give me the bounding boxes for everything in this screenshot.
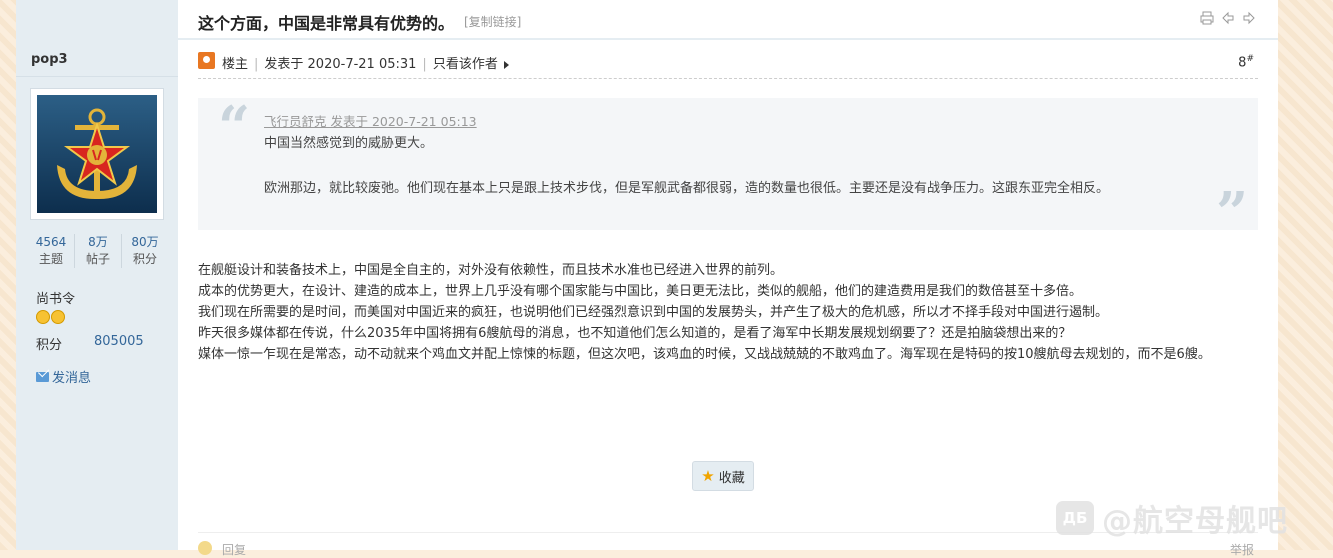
- star-icon: ★: [701, 466, 715, 485]
- post-paragraph: 昨天很多媒体都在传说，什么2035年中国将拥有6艘航母的消息，也不知道他们怎么知…: [198, 326, 1072, 341]
- stat-points[interactable]: 80万 积分: [121, 234, 168, 268]
- post-paragraph: 成本的优势更大，在设计、建造的成本上，世界上几乎没有哪个国家能与中国比，美日更无…: [198, 284, 1083, 299]
- copy-link[interactable]: [复制链接]: [464, 13, 521, 30]
- thread-header: 这个方面，中国是非常具有优势的。 [复制链接]: [16, 0, 1278, 40]
- quote-line: 中国当然感觉到的威胁更大。: [264, 136, 434, 151]
- post-body: 在舰艇设计和装备技术上，中国是全自主的，对外没有依赖性，而且技术水准也已经进入世…: [198, 260, 1258, 365]
- post-paragraph: 媒体一惊一乍现在是常态，动不动就来个鸡血文并配上惊悚的标题，但这次吧，该鸡血的时…: [198, 347, 1211, 362]
- watermark: ДБ @航空母舰吧: [1056, 496, 1288, 540]
- send-message-link[interactable]: 发消息: [36, 367, 91, 386]
- mail-icon: [36, 371, 49, 382]
- author-stats: 4564 主题 8万 帖子 80万 积分: [28, 234, 168, 268]
- triangle-right-icon: [503, 60, 509, 69]
- page-background-left: [0, 0, 16, 550]
- author-name[interactable]: pop3: [31, 52, 68, 67]
- next-thread-icon[interactable]: [1242, 11, 1256, 25]
- post-meta: 楼主 | 发表于 2020-7-21 05:31 | 只看该作者 8#: [198, 50, 1258, 79]
- points-value: 805005: [94, 334, 144, 349]
- quote-close-icon: ”: [1216, 180, 1249, 246]
- post-paragraph: 在舰艇设计和装备技术上，中国是全自主的，对外没有依赖性，而且技术水准也已经进入世…: [198, 263, 784, 278]
- rank-stars: [36, 310, 65, 324]
- thread-title: 这个方面，中国是非常具有优势的。: [198, 14, 455, 33]
- baidu-tieba-logo-icon: ДБ: [1056, 501, 1094, 535]
- navy-emblem-avatar: [37, 95, 157, 213]
- op-label: 楼主: [222, 57, 249, 72]
- quote-line: 欧洲那边，就比较废弛。他们现在基本上只是跟上技术步伐，但是军舰武备都很弱，造的数…: [264, 181, 1110, 196]
- floor-number[interactable]: 8#: [1238, 54, 1254, 70]
- post-paragraph: 我们现在所需要的是时间，而美国对中国近来的疯狂，也说明他们已经强烈意识到中国的发…: [198, 305, 1109, 320]
- stat-threads[interactable]: 4564 主题: [28, 234, 74, 268]
- previous-thread-icon[interactable]: [1221, 11, 1235, 25]
- author-sidebar: pop3 4564 主题 8万 帖子 80万 积分 尚书令 积分 805005 …: [16, 40, 178, 550]
- smiley-icon: [36, 310, 50, 324]
- quote-open-icon: “: [218, 94, 251, 160]
- avatar[interactable]: [30, 88, 164, 220]
- stat-posts[interactable]: 8万 帖子: [74, 234, 121, 268]
- watermark-text: @航空母舰吧: [1102, 504, 1288, 539]
- favorite-button[interactable]: ★ 收藏: [692, 461, 754, 491]
- post-container: 这个方面，中国是非常具有优势的。 [复制链接] pop3 4564 主题 8万 …: [16, 0, 1278, 557]
- quote-header-link[interactable]: 飞行员舒克 发表于 2020-7-21 05:13: [264, 111, 477, 130]
- only-author-link[interactable]: 只看该作者: [433, 57, 498, 72]
- quote-block: “ 飞行员舒克 发表于 2020-7-21 05:13 中国当然感觉到的威胁更大…: [198, 94, 1258, 246]
- author-rank[interactable]: 尚书令: [36, 288, 75, 307]
- smiley-icon: [51, 310, 65, 324]
- post-time: 发表于 2020-7-21 05:31: [264, 57, 417, 72]
- thread-starter-icon: [198, 52, 215, 69]
- reply-icon: [198, 541, 212, 555]
- points-label: 积分: [36, 338, 63, 353]
- thread-tools: [1200, 11, 1256, 25]
- page-background-right: [1278, 0, 1333, 550]
- print-icon[interactable]: [1200, 11, 1214, 25]
